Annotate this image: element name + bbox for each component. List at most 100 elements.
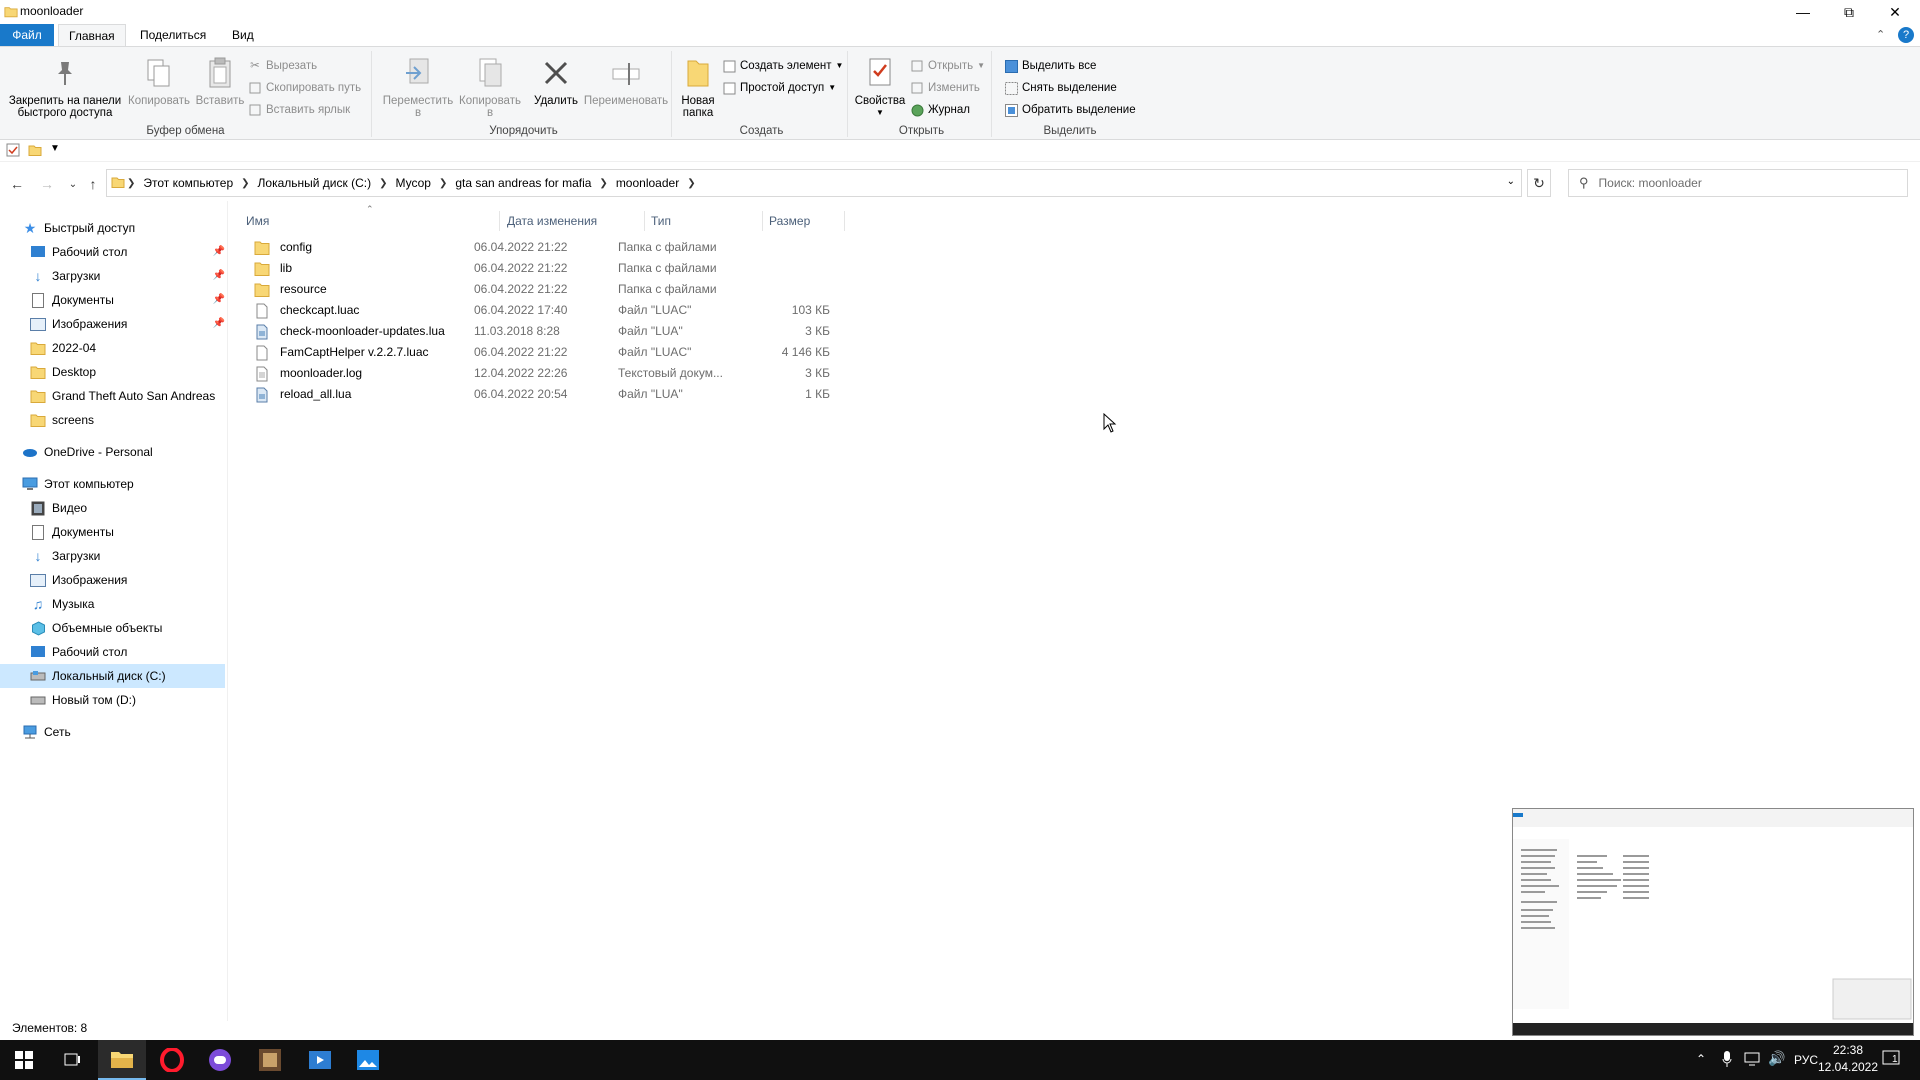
file-row[interactable]: check-moonloader-updates.lua 11.03.2018 … (244, 321, 1074, 342)
column-header-size[interactable]: Размер (763, 211, 845, 231)
language-indicator[interactable]: РУС (1794, 1053, 1818, 1067)
minimize-button[interactable]: — (1780, 0, 1826, 24)
forward-arrow-icon[interactable]: → (36, 173, 58, 195)
nav-item-gta-sa[interactable]: Grand Theft Auto San Andreas (30, 384, 255, 408)
help-icon[interactable]: ? (1898, 27, 1914, 43)
file-row[interactable]: config 06.04.2022 21:22 Папка с файлами (244, 237, 1074, 258)
copy-path-button[interactable]: Скопировать путь (248, 79, 361, 97)
network-tray-icon[interactable] (1744, 1052, 1760, 1069)
nav-item-desktop[interactable]: Рабочий стол 📌 (30, 240, 255, 264)
nav-item-3d-objects[interactable]: Объемные объекты (30, 616, 255, 640)
chevron-right-icon[interactable]: ❯ (437, 178, 449, 189)
clock[interactable]: 22:38 12.04.2022 (1816, 1042, 1880, 1076)
taskbar-opera[interactable] (148, 1040, 196, 1080)
nav-item-videos[interactable]: Видео (30, 496, 255, 520)
chevron-right-icon[interactable]: ❯ (239, 178, 251, 189)
nav-item-screens[interactable]: screens (30, 408, 255, 432)
nav-item-documents[interactable]: Документы 📌 (30, 288, 255, 312)
nav-network[interactable]: Сеть (22, 720, 247, 744)
cut-button[interactable]: ✂ Вырезать (248, 57, 317, 75)
column-header-date[interactable]: Дата изменения (501, 211, 645, 231)
new-folder-label-2: папка (682, 107, 714, 119)
search-input[interactable]: ⚲ Поиск: moonloader (1568, 169, 1908, 197)
tab-home[interactable]: Главная (58, 24, 126, 46)
file-row[interactable]: FamCaptHelper v.2.2.7.luac 06.04.2022 21… (244, 342, 1074, 363)
chevron-right-icon[interactable]: ❯ (597, 178, 609, 189)
nav-item-new-volume-d[interactable]: Новый том (D:) (30, 688, 255, 712)
breadcrumb-local-disk[interactable]: Локальный диск (C:) (252, 176, 378, 190)
easy-access-button[interactable]: Простой доступ ▼ (722, 79, 836, 97)
back-arrow-icon[interactable]: ← (6, 173, 28, 195)
breadcrumb-gta[interactable]: gta san andreas for mafia (449, 176, 597, 190)
chevron-right-icon[interactable]: ❯ (377, 178, 389, 189)
new-item-button[interactable]: Создать элемент ▼ (722, 57, 843, 75)
start-button[interactable] (0, 1040, 48, 1080)
address-bar[interactable]: ❯ Этот компьютер ❯ Локальный диск (C:) ❯… (106, 169, 1522, 197)
tab-share[interactable]: Поделиться (130, 24, 216, 46)
nav-item-pc-desktop[interactable]: Рабочий стол (30, 640, 255, 664)
open-button[interactable]: Открыть ▼ (910, 57, 985, 75)
file-row[interactable]: reload_all.lua 06.04.2022 20:54 Файл "LU… (244, 384, 1074, 405)
quick-access-toolbar: ▼ (0, 140, 1920, 162)
nav-item-downloads[interactable]: ↓ Загрузки 📌 (30, 264, 255, 288)
properties-button[interactable]: Свойства ▼ (852, 55, 908, 119)
history-button[interactable]: Журнал (910, 101, 970, 119)
properties-qat-icon[interactable] (6, 143, 20, 160)
breadcrumb-musor[interactable]: Мусор (389, 176, 436, 190)
pin-quick-access-button[interactable]: Закрепить на панели быстрого доступа (6, 55, 124, 119)
rename-button[interactable]: Переименовать (580, 55, 672, 107)
restore-button[interactable]: ⧉ (1826, 0, 1872, 24)
nav-item-pc-downloads[interactable]: ↓ Загрузки (30, 544, 255, 568)
file-row[interactable]: resource 06.04.2022 21:22 Папка с файлам… (244, 279, 1074, 300)
screenshot-preview-thumbnail[interactable] (1512, 808, 1914, 1036)
volume-icon[interactable]: 🔊 (1768, 1050, 1785, 1067)
select-all-button[interactable]: Выделить все (1004, 57, 1096, 75)
taskbar-app-blue[interactable] (296, 1040, 344, 1080)
address-dropdown-icon[interactable]: ⌄ (1507, 176, 1515, 187)
task-view-button[interactable] (48, 1040, 96, 1080)
chevron-right-icon[interactable]: ❯ (685, 178, 697, 189)
tab-file[interactable]: Файл (0, 24, 54, 46)
new-folder-qat-icon[interactable] (28, 143, 42, 160)
nav-this-pc[interactable]: Этот компьютер (22, 472, 247, 496)
nav-quick-access[interactable]: ★ Быстрый доступ (22, 216, 247, 240)
collapse-ribbon-icon[interactable]: ⌃ (1876, 28, 1885, 41)
customize-qat-icon[interactable]: ▼ (50, 143, 60, 154)
breadcrumb-this-pc[interactable]: Этот компьютер (137, 176, 239, 190)
delete-button[interactable]: Удалить (528, 55, 584, 107)
taskbar-game[interactable] (246, 1040, 294, 1080)
microphone-icon[interactable] (1722, 1050, 1732, 1071)
copy-to-button[interactable]: Копировать в (452, 55, 528, 119)
select-none-button[interactable]: Снять выделение (1004, 79, 1117, 97)
nav-item-pc-documents[interactable]: Документы (30, 520, 255, 544)
nav-item-music[interactable]: ♫ Музыка (30, 592, 255, 616)
taskbar-discord[interactable] (196, 1040, 244, 1080)
new-folder-button[interactable]: Новая папка (676, 55, 720, 119)
paste-shortcut-button[interactable]: Вставить ярлык (248, 101, 350, 119)
edit-button[interactable]: Изменить (910, 79, 980, 97)
close-button[interactable]: ✕ (1872, 0, 1918, 24)
nav-onedrive[interactable]: OneDrive - Personal (22, 440, 247, 464)
refresh-icon[interactable]: ↻ (1527, 169, 1551, 197)
nav-item-local-disk-c[interactable]: Локальный диск (C:) (0, 664, 225, 688)
invert-selection-button[interactable]: Обратить выделение (1004, 101, 1136, 119)
file-row[interactable]: lib 06.04.2022 21:22 Папка с файлами (244, 258, 1074, 279)
notification-center-icon[interactable]: 1 (1882, 1050, 1902, 1071)
show-hidden-icons-icon[interactable]: ⌃ (1696, 1052, 1706, 1066)
column-header-type[interactable]: Тип (645, 211, 763, 231)
taskbar-explorer[interactable] (98, 1040, 146, 1080)
file-row[interactable]: moonloader.log 12.04.2022 22:26 Текстовы… (244, 363, 1074, 384)
up-arrow-icon[interactable]: ↑ (82, 173, 104, 195)
file-row[interactable]: checkcapt.luac 06.04.2022 17:40 Файл "LU… (244, 300, 1074, 321)
copy-button[interactable]: Копировать (126, 55, 192, 107)
paste-button[interactable]: Вставить (192, 55, 248, 107)
tab-view[interactable]: Вид (222, 24, 264, 46)
nav-item-2022-04[interactable]: 2022-04 (30, 336, 255, 360)
breadcrumb-moonloader[interactable]: moonloader (610, 176, 685, 190)
recent-locations-icon[interactable]: ⌄ (62, 173, 84, 195)
taskbar-photos[interactable] (344, 1040, 392, 1080)
nav-item-pictures[interactable]: Изображения 📌 (30, 312, 255, 336)
nav-item-pc-pictures[interactable]: Изображения (30, 568, 255, 592)
nav-item-desktop-folder[interactable]: Desktop (30, 360, 255, 384)
move-to-button[interactable]: Переместить в (380, 55, 456, 119)
